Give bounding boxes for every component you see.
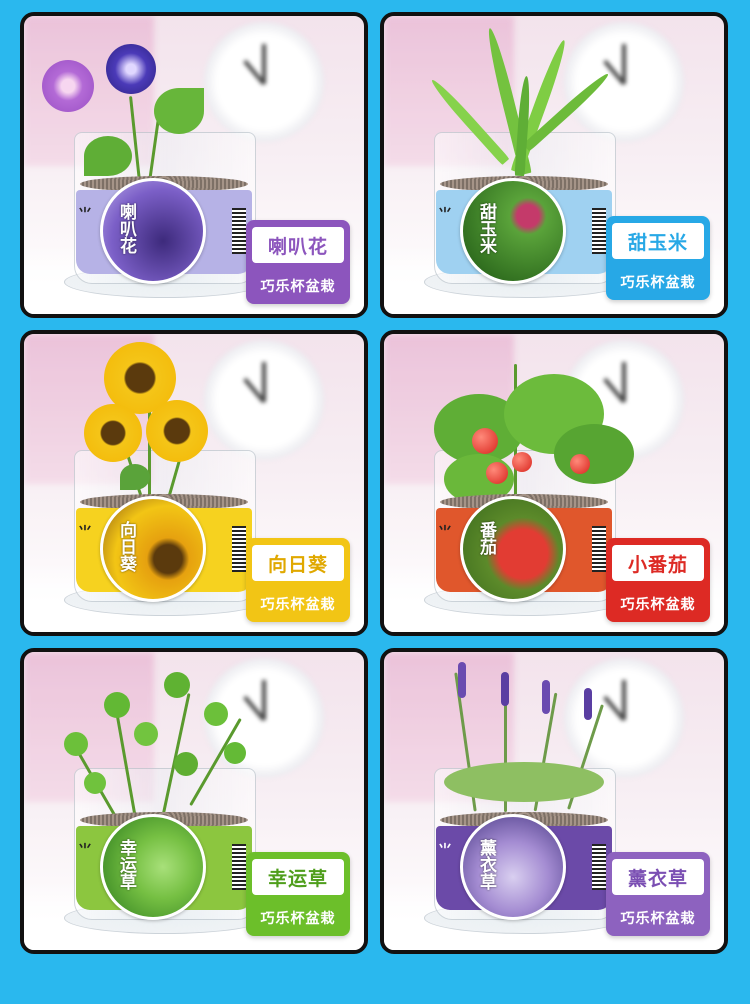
name-plaque: 薰衣草 巧乐杯盆栽	[606, 852, 710, 936]
background-clock-icon	[204, 22, 324, 142]
barcode	[232, 526, 246, 572]
badge-label: 薰衣草	[476, 839, 496, 890]
brand-mark: ⺌	[78, 207, 92, 223]
name-plaque: 甜玉米 巧乐杯盆栽	[606, 216, 710, 300]
background-clock-icon	[564, 22, 684, 142]
pot-badge: 番茄	[460, 496, 566, 602]
pot-badge: 甜玉米	[460, 178, 566, 284]
brand-mark: ⺌	[78, 525, 92, 541]
barcode	[232, 844, 246, 890]
barcode	[232, 208, 246, 254]
product-card-morning-glory[interactable]: ⺌ 喇叭花 喇叭花 巧乐杯盆栽	[20, 12, 368, 318]
product-card-sunflower[interactable]: ⺌ 向日葵 向日葵 巧乐杯盆栽	[20, 330, 368, 636]
product-card-sweet-corn[interactable]: ⺌ 甜玉米 甜玉米 巧乐杯盆栽	[380, 12, 728, 318]
name-plaque: 幸运草 巧乐杯盆栽	[246, 852, 350, 936]
plaque-subtitle: 巧乐杯盆栽	[620, 911, 696, 927]
barcode	[592, 526, 606, 572]
plaque-subtitle: 巧乐杯盆栽	[620, 597, 696, 613]
pot-badge: 幸运草	[100, 814, 206, 920]
pot-badge: 薰衣草	[460, 814, 566, 920]
product-grid: ⺌ 喇叭花 喇叭花 巧乐杯盆栽 ⺌ 甜玉米 甜玉米 巧乐杯盆栽 ⺌ 向日葵 向日…	[0, 0, 750, 1004]
brand-mark: ⺌	[438, 207, 452, 223]
plant-name: 幸运草	[252, 859, 344, 895]
plaque-subtitle: 巧乐杯盆栽	[260, 597, 336, 613]
brand-mark: ⺌	[438, 843, 452, 859]
brand-mark: ⺌	[78, 843, 92, 859]
brand-mark: ⺌	[438, 525, 452, 541]
barcode	[592, 208, 606, 254]
plant-name: 甜玉米	[612, 223, 704, 259]
plant-name: 薰衣草	[612, 859, 704, 895]
badge-label: 番茄	[476, 521, 496, 555]
plant-name: 小番茄	[612, 545, 704, 581]
name-plaque: 喇叭花 巧乐杯盆栽	[246, 220, 350, 304]
plant-name: 向日葵	[252, 545, 344, 581]
plaque-subtitle: 巧乐杯盆栽	[620, 275, 696, 291]
name-plaque: 向日葵 巧乐杯盆栽	[246, 538, 350, 622]
pot-badge: 向日葵	[100, 496, 206, 602]
badge-label: 喇叭花	[116, 203, 136, 254]
badge-label: 向日葵	[116, 521, 136, 572]
plaque-subtitle: 巧乐杯盆栽	[260, 279, 336, 295]
product-card-lucky-clover[interactable]: ⺌ 幸运草 幸运草 巧乐杯盆栽	[20, 648, 368, 954]
pot-badge: 喇叭花	[100, 178, 206, 284]
product-card-cherry-tomato[interactable]: ⺌ 番茄 小番茄 巧乐杯盆栽	[380, 330, 728, 636]
plaque-subtitle: 巧乐杯盆栽	[260, 911, 336, 927]
badge-label: 幸运草	[116, 839, 136, 890]
plant-name: 喇叭花	[252, 227, 344, 263]
product-card-lavender[interactable]: ⺌ 薰衣草 薰衣草 巧乐杯盆栽	[380, 648, 728, 954]
name-plaque: 小番茄 巧乐杯盆栽	[606, 538, 710, 622]
badge-label: 甜玉米	[476, 203, 496, 254]
barcode	[592, 844, 606, 890]
background-clock-icon	[204, 340, 324, 460]
